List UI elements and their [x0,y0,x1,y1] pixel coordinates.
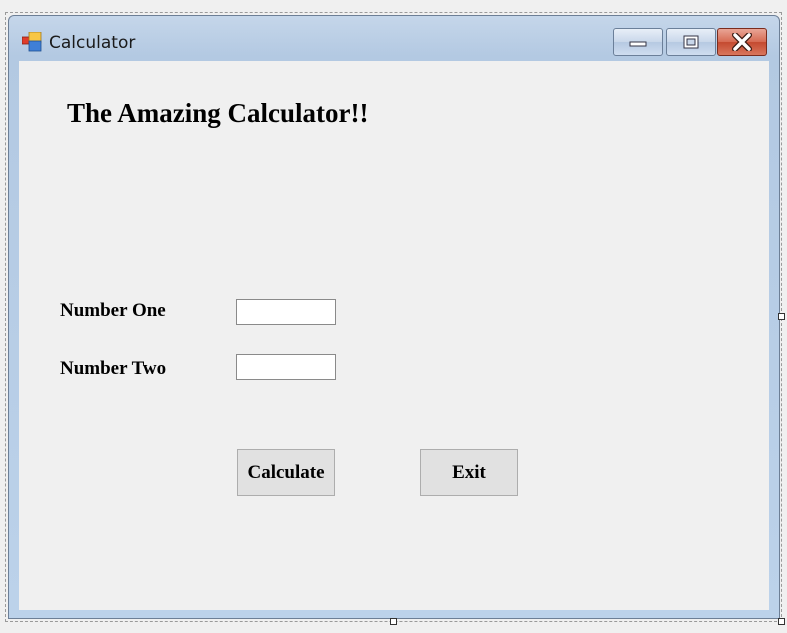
exit-button[interactable]: Exit [420,449,518,496]
calculate-button[interactable]: Calculate [237,449,335,496]
app-icon [22,32,42,52]
close-button[interactable] [717,28,767,56]
window-title: Calculator [49,33,136,53]
resize-grip-bottom[interactable] [390,618,397,625]
form-client-area: The Amazing Calculator!! Number One Numb… [19,61,769,610]
minimize-icon [629,41,647,47]
resize-grip-right[interactable] [778,313,785,320]
resize-grip-corner[interactable] [778,618,785,625]
maximize-icon [683,35,699,49]
title-bar[interactable]: Calculator [9,16,779,60]
number-two-input[interactable] [236,354,336,380]
number-two-label: Number Two [60,358,167,379]
maximize-button[interactable] [666,28,716,56]
form-window: Calculator The Amazing Calculator!! Numb… [8,15,780,619]
page-title: The Amazing Calculator!! [67,98,369,128]
close-icon [732,33,752,51]
number-one-input[interactable] [236,299,336,325]
number-one-label: Number One [60,300,166,321]
minimize-button[interactable] [613,28,663,56]
